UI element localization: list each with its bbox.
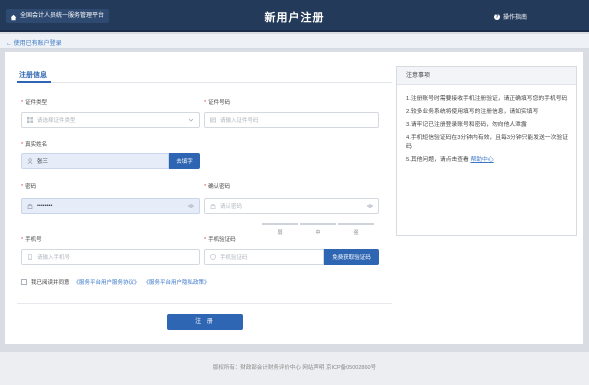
eye-icon[interactable]: [367, 203, 373, 209]
phone-input[interactable]: 请输入手机号: [21, 249, 200, 265]
tab-active-indicator: [17, 81, 51, 83]
main-content: 注册信息 * 证件类型 请选择证件类型 * 证件号码 请输入证件号码 * 真实姓名 张…: [5, 52, 583, 344]
tab-divider: [17, 82, 392, 83]
help-center-link[interactable]: 帮助中心: [470, 157, 493, 163]
notice-title: 注意事项: [397, 67, 576, 85]
privacy-policy-link[interactable]: 《服务平台用户隐私政策》: [144, 278, 210, 286]
chevron-down-icon: [188, 117, 194, 123]
service-agreement-link[interactable]: 《服务平台用户服务协议》: [74, 278, 140, 286]
notice-item-5-text: 5.其他问题，请点击查看: [406, 157, 469, 163]
strength-weak: 弱: [261, 223, 299, 236]
real-name-label: * 真实姓名: [21, 142, 48, 148]
agreement-row: 我已阅读并同意 《服务平台用户服务协议》 《服务平台用户隐私政策》: [21, 278, 210, 286]
phone-placeholder: 请输入手机号: [37, 255, 71, 261]
help-icon: ?: [493, 13, 500, 20]
confirm-password-label: * 确认密码: [204, 184, 231, 190]
id-number-placeholder: 请输入证件号码: [220, 118, 259, 124]
sms-code-input[interactable]: 手机验证码: [204, 249, 324, 265]
top-bar: 全国会计人员统一服务管理平台 新用户注册 ? 操作指南: [0, 0, 589, 32]
notice-item: 2.较多业务系统将使用填写的注册信息，请如实填写: [406, 109, 539, 115]
lock-icon: [210, 203, 216, 209]
register-button[interactable]: 注 册: [167, 314, 243, 330]
footer: 版权所有：财政部会计财务评价中心 网站声明 京ICP备05002860号: [0, 352, 589, 385]
id-number-label: * 证件号码: [204, 100, 231, 106]
real-name-input[interactable]: 张三: [21, 153, 169, 169]
notice-item: 5.其他问题，请点击查看 帮助中心: [406, 156, 569, 165]
confirm-password-placeholder: 请认密码: [220, 204, 243, 210]
notice-panel: 注意事项 1.注册账号时需要接收手机注册验证，请正确填写您的手机号码 2.较多业…: [396, 66, 577, 236]
form-divider: [17, 303, 392, 304]
id-card-icon: [210, 117, 216, 123]
sms-code-placeholder: 手机验证码: [220, 255, 248, 261]
id-type-select[interactable]: 请选择证件类型: [21, 112, 200, 128]
id-type-placeholder: 请选择证件类型: [37, 118, 76, 124]
id-type-label: * 证件类型: [21, 100, 48, 106]
lock-icon: [27, 203, 33, 209]
confirm-password-input[interactable]: 请认密码: [204, 198, 379, 214]
shield-icon: [210, 254, 216, 260]
password-value: ••••••••: [37, 203, 53, 209]
notice-item: 3.请牢记已注册登录账号和密码，勿向他人泄露: [406, 122, 527, 128]
phone-icon: [27, 254, 33, 260]
real-name-value: 张三: [37, 159, 49, 165]
get-sms-code-button[interactable]: 免费获取验证码: [324, 249, 379, 265]
guide-label: 操作指南: [502, 15, 527, 21]
rare-character-button[interactable]: 去填字: [169, 153, 200, 169]
tab-registration-info[interactable]: 注册信息: [19, 70, 47, 80]
notice-item: 4.手机短信验证码在3分钟内有效，且每3分钟只能发送一次验证码: [406, 135, 569, 150]
notice-item: 1.注册账号时需要接收手机注册验证，请正确填写您的手机号码: [406, 96, 568, 102]
login-existing-link[interactable]: ← 使用已有账户登录: [6, 38, 62, 47]
user-icon: [27, 158, 33, 164]
strength-medium: 中: [299, 223, 337, 236]
guide-link[interactable]: ? 操作指南: [493, 12, 527, 21]
password-label: * 密码: [21, 184, 37, 190]
sms-code-label: * 手机验证码: [204, 237, 236, 243]
password-strength-meter: 弱 中 强: [261, 223, 375, 236]
eye-icon[interactable]: [188, 203, 194, 209]
id-number-input[interactable]: 请输入证件号码: [204, 112, 379, 128]
phone-label: * 手机号: [21, 237, 42, 243]
agree-text: 我已阅读并同意: [31, 280, 70, 286]
password-input[interactable]: ••••••••: [21, 198, 200, 214]
grid-icon: [27, 117, 33, 123]
strength-strong: 强: [337, 223, 375, 236]
back-bar: ← 使用已有账户登录: [0, 34, 589, 49]
agree-checkbox[interactable]: [21, 279, 27, 285]
